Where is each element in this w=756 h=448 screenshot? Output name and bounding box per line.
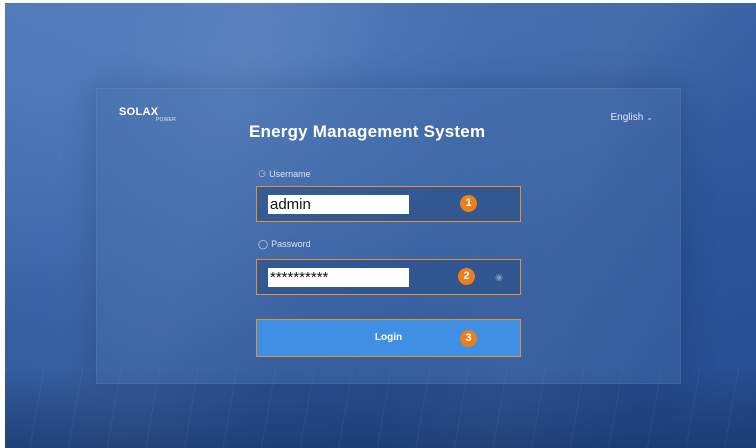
language-label: English — [610, 112, 644, 123]
username-field: 1 — [256, 186, 521, 222]
solax-logo: SOLAX POWER — [119, 106, 176, 123]
chevron-down-icon: ⌄ — [646, 113, 653, 122]
login-button[interactable]: Login 3 — [256, 319, 521, 357]
password-field: 2 ◉ — [256, 259, 521, 295]
password-label: ◯ Password — [258, 239, 311, 250]
login-card: SOLAX POWER English ⌄ Energy Management S… — [96, 88, 681, 384]
callout-badge-1: 1 — [460, 195, 477, 212]
login-button-label: Login — [374, 332, 403, 343]
eye-icon[interactable]: ◉ — [495, 272, 503, 283]
logo-subtitle: POWER — [156, 117, 176, 123]
lock-icon: ◯ — [258, 239, 269, 249]
username-input[interactable] — [268, 195, 409, 214]
username-label-text: Username — [269, 169, 311, 179]
callout-badge-3: 3 — [460, 330, 477, 347]
page-title: Energy Management System — [249, 122, 486, 141]
password-input[interactable] — [268, 268, 409, 287]
callout-badge-2: 2 — [458, 268, 475, 285]
language-selector[interactable]: English ⌄ — [610, 112, 653, 123]
user-icon: ⚆ — [258, 169, 267, 179]
username-label: ⚆ Username — [258, 169, 311, 180]
login-screen: SOLAX POWER English ⌄ Energy Management S… — [5, 3, 756, 448]
password-label-text: Password — [271, 239, 311, 249]
logo-wordmark: SOLA — [119, 106, 151, 118]
